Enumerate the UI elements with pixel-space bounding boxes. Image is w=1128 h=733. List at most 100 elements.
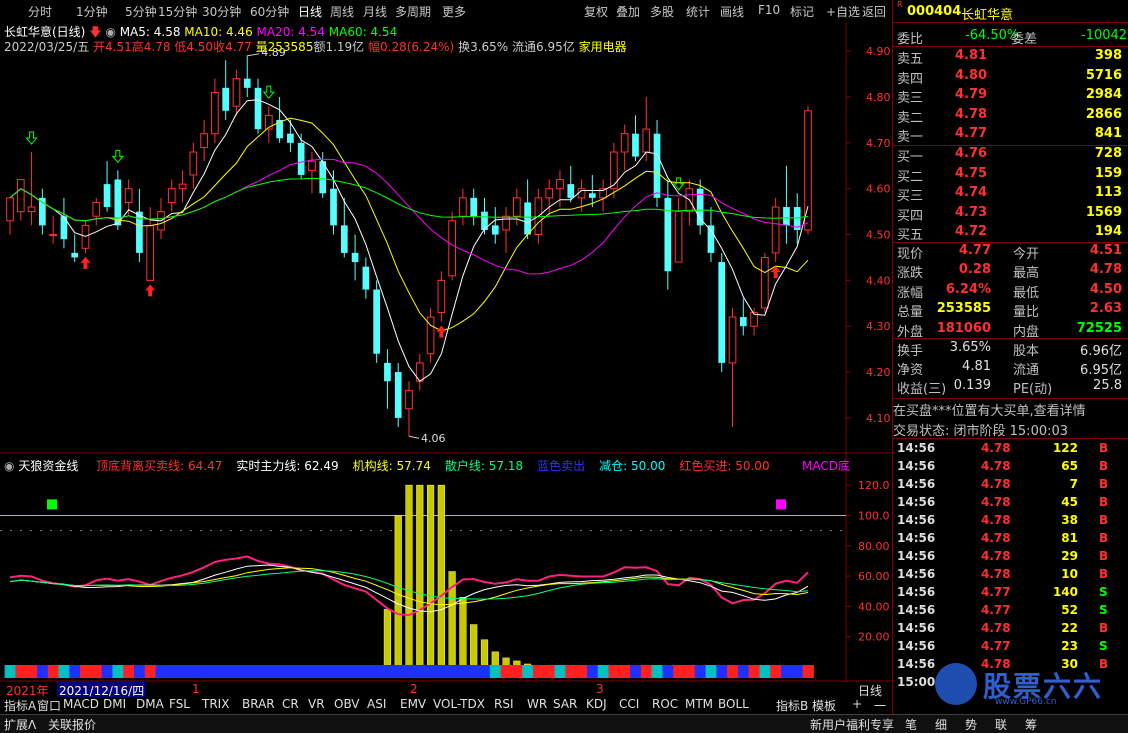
candle[interactable] bbox=[394, 362, 402, 428]
stat-label: 最低 bbox=[1013, 285, 1040, 301]
signal-strip-cell bbox=[241, 665, 254, 678]
tick-time: 14:56 bbox=[897, 621, 936, 635]
candle-body bbox=[556, 179, 564, 190]
ask-row-0: 卖五 4.81 398 bbox=[893, 48, 1128, 67]
candle-body bbox=[459, 197, 467, 217]
bid-volume: 113 bbox=[1094, 185, 1122, 201]
tick-row: 14:56 4.77 52 S bbox=[893, 603, 1128, 621]
period-tab-10[interactable]: 更多 bbox=[442, 3, 466, 20]
fin-value: 6.96亿 bbox=[1080, 344, 1122, 359]
candle[interactable] bbox=[718, 252, 726, 373]
period-tab-1[interactable]: 1分钟 bbox=[76, 3, 108, 20]
period-tab-5[interactable]: 60分钟 bbox=[250, 3, 289, 20]
indicator-tab-11[interactable]: ASI bbox=[367, 697, 386, 711]
indicator-tab-0[interactable]: 指标A bbox=[4, 697, 36, 714]
signal-strip-cell bbox=[15, 665, 27, 678]
indicator-settings-icon[interactable]: ◉ bbox=[4, 459, 14, 473]
magenta-signal-marker bbox=[776, 499, 786, 510]
signal-strip-cell bbox=[576, 665, 588, 678]
indicator-tab-right-2[interactable]: + bbox=[852, 697, 862, 711]
period-tab-8[interactable]: 月线 bbox=[363, 3, 387, 20]
indicator-tab-13[interactable]: VOL-TDX bbox=[433, 697, 485, 711]
indicator-tab-right-1[interactable]: 模板 bbox=[812, 697, 836, 714]
toolbar-action-0[interactable]: 复权 bbox=[584, 3, 608, 20]
signal-strip-cell bbox=[26, 665, 38, 678]
stat-value: 4.50 bbox=[1089, 281, 1122, 297]
toolbar-action-8[interactable]: 返回 bbox=[862, 3, 886, 20]
signal-strip-cell bbox=[554, 665, 566, 678]
indicator-tab-8[interactable]: CR bbox=[282, 697, 299, 711]
period-tab-4[interactable]: 30分钟 bbox=[202, 3, 241, 20]
period-tab-0[interactable]: 分时 bbox=[28, 3, 52, 20]
indicator-tab-7[interactable]: BRAR bbox=[242, 697, 275, 711]
indicator-tab-3[interactable]: DMI bbox=[103, 697, 126, 711]
indicator-tab-14[interactable]: RSI bbox=[494, 697, 514, 711]
fn-key-3[interactable]: 联 bbox=[995, 716, 1007, 733]
signal-strip-cell bbox=[123, 665, 135, 678]
period-tab-6[interactable]: 日线 bbox=[298, 3, 322, 20]
fn-key-1[interactable]: 细 bbox=[935, 716, 947, 733]
ask-row-1: 卖四 4.80 5716 bbox=[893, 68, 1128, 87]
toolbar-action-7[interactable]: +自选 bbox=[826, 3, 860, 20]
candle[interactable] bbox=[373, 280, 380, 363]
indicator-series-value: 64.47 bbox=[188, 459, 223, 473]
signal-strip-cell bbox=[608, 665, 620, 678]
indicator-tab-10[interactable]: OBV bbox=[334, 697, 360, 711]
toolbar-action-6[interactable]: 标记 bbox=[790, 3, 814, 20]
indicator-tab-right-3[interactable]: 一 bbox=[874, 697, 886, 714]
toolbar-action-4[interactable]: 画线 bbox=[720, 3, 744, 20]
indicator-tab-6[interactable]: TRIX bbox=[202, 697, 229, 711]
candle-body bbox=[653, 133, 661, 198]
indicator-tab-21[interactable]: BOLL bbox=[718, 697, 749, 711]
related-quote-button[interactable]: 关联报价 bbox=[48, 716, 96, 733]
settings-icon[interactable]: ◉ bbox=[105, 25, 115, 39]
toolbar-action-1[interactable]: 叠加 bbox=[616, 3, 640, 20]
indicator-title[interactable]: 天狼资金线 bbox=[18, 459, 78, 473]
indicator-tab-20[interactable]: MTM bbox=[685, 697, 713, 711]
signal-strip-cell bbox=[468, 665, 480, 678]
industry-label[interactable]: 家用电器 bbox=[579, 40, 627, 54]
candle-body bbox=[718, 262, 726, 363]
fn-key-4[interactable]: 筹 bbox=[1025, 716, 1037, 733]
period-tab-9[interactable]: 多周期 bbox=[395, 3, 431, 20]
period-tab-3[interactable]: 15分钟 bbox=[158, 3, 197, 20]
indicator-tab-5[interactable]: FSL bbox=[169, 697, 190, 711]
ind-y-tick-label: 120.0 bbox=[858, 479, 890, 492]
fn-key-0[interactable]: 笔 bbox=[905, 716, 917, 733]
candle-body bbox=[351, 252, 359, 263]
indicator-tab-2[interactable]: MACD bbox=[63, 697, 99, 711]
kline-chart-area[interactable]: 4.904.804.704.604.504.404.304.204.104.89… bbox=[0, 22, 893, 697]
candle-body bbox=[71, 252, 79, 258]
indicator-tab-9[interactable]: VR bbox=[308, 697, 325, 711]
notice-line[interactable]: 在买盘***位置有大买单,查看详情 bbox=[893, 400, 1128, 419]
indicator-tab-4[interactable]: DMA bbox=[136, 697, 164, 711]
period-tab-7[interactable]: 周线 bbox=[330, 3, 354, 20]
indicator-tab-18[interactable]: CCI bbox=[619, 697, 639, 711]
signal-strip-cell bbox=[47, 665, 60, 678]
indicator-tab-1[interactable]: 窗口 bbox=[37, 697, 61, 714]
indicator-tab-right-0[interactable]: 指标B bbox=[776, 697, 808, 714]
candle-body bbox=[92, 201, 101, 217]
y-tick-label: 4.20 bbox=[866, 366, 891, 379]
tick-price: 4.77 bbox=[981, 639, 1011, 653]
fn-key-2[interactable]: 势 bbox=[965, 716, 977, 733]
candle[interactable] bbox=[761, 252, 769, 313]
toolbar-action-2[interactable]: 多股 bbox=[650, 3, 674, 20]
status-bar: 扩展Λ 关联报价 新用户福利专享 笔 细 势 联 筹 bbox=[0, 714, 1128, 733]
indicator-tab-19[interactable]: ROC bbox=[652, 697, 678, 711]
indicator-tab-15[interactable]: WR bbox=[527, 697, 547, 711]
promo-link[interactable]: 新用户福利专享 bbox=[810, 716, 894, 733]
indicator-tab-12[interactable]: EMV bbox=[400, 697, 426, 711]
stock-name: 长虹华意 bbox=[961, 8, 1014, 23]
indicator-tab-17[interactable]: KDJ bbox=[586, 697, 607, 711]
candle[interactable] bbox=[771, 197, 780, 263]
fund-bar bbox=[437, 484, 445, 668]
toolbar-action-5[interactable]: F10 bbox=[758, 3, 780, 17]
candle-body bbox=[6, 197, 14, 222]
tick-price: 4.78 bbox=[981, 477, 1011, 491]
period-tab-2[interactable]: 5分钟 bbox=[125, 3, 157, 20]
tick-side: B bbox=[1099, 495, 1109, 509]
toolbar-action-3[interactable]: 统计 bbox=[686, 3, 710, 20]
indicator-tab-16[interactable]: SAR bbox=[553, 697, 577, 711]
expand-button[interactable]: 扩展Λ bbox=[4, 716, 36, 733]
